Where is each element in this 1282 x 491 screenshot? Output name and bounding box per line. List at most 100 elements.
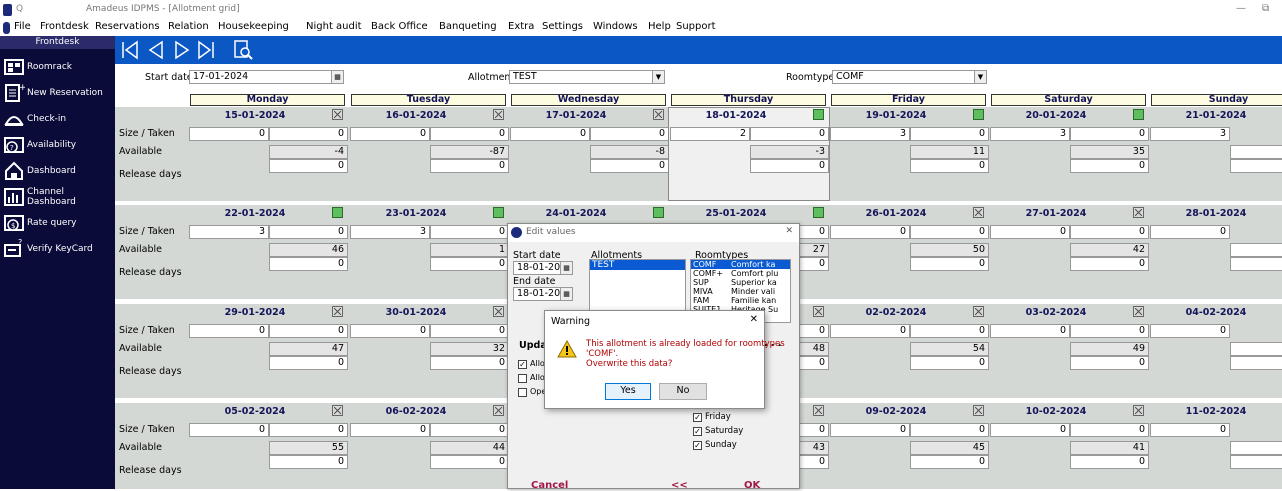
release-days-field[interactable]: 0: [269, 455, 348, 469]
size-field[interactable]: 0: [1150, 225, 1230, 239]
size-field[interactable]: 0: [350, 127, 430, 141]
release-days-field[interactable]: 0: [1070, 455, 1149, 469]
taken-field[interactable]: 0: [910, 423, 989, 437]
taken-field[interactable]: 0: [269, 225, 348, 239]
calendar-icon[interactable]: ▦: [560, 288, 572, 300]
chevron-down-icon[interactable]: ▼: [974, 71, 986, 83]
menu-reservations[interactable]: Reservations: [95, 21, 160, 32]
option-checkbox[interactable]: [518, 388, 527, 397]
release-days-field[interactable]: [1230, 455, 1282, 469]
release-days-field[interactable]: [1230, 356, 1282, 370]
size-field[interactable]: 3: [1150, 127, 1230, 141]
release-days-field[interactable]: 0: [910, 257, 989, 271]
selected-day-checkbox[interactable]: [813, 207, 824, 218]
size-field[interactable]: 0: [350, 423, 430, 437]
release-days-field[interactable]: 0: [430, 159, 509, 173]
unselected-day-checkbox[interactable]: [1133, 306, 1144, 317]
release-days-field[interactable]: 0: [269, 159, 348, 173]
size-field[interactable]: 0: [1150, 423, 1230, 437]
taken-field[interactable]: 0: [910, 225, 989, 239]
edit-start-date-field[interactable]: 18-01-2024 ▦: [513, 261, 573, 275]
selected-day-checkbox[interactable]: [813, 109, 824, 120]
ok-button[interactable]: OK: [744, 480, 760, 491]
size-field[interactable]: 0: [990, 225, 1070, 239]
list-item[interactable]: FAM Familie kan: [691, 296, 790, 305]
size-field[interactable]: 0: [830, 423, 910, 437]
quick-search-label[interactable]: Q: [16, 4, 23, 14]
yes-button[interactable]: Yes: [605, 383, 651, 400]
taken-field[interactable]: 0: [1070, 324, 1149, 338]
taken-field[interactable]: 0: [1070, 423, 1149, 437]
unselected-day-checkbox[interactable]: [1133, 405, 1144, 416]
close-icon[interactable]: ✕: [750, 314, 758, 325]
sidebar-item-new-reservation[interactable]: + New Reservation: [3, 81, 113, 105]
sidebar-item-dashboard[interactable]: Dashboard: [3, 159, 113, 183]
taken-field[interactable]: 0: [430, 324, 509, 338]
chevron-down-icon[interactable]: ▼: [652, 71, 664, 83]
saturday-checkbox[interactable]: ✓: [693, 427, 702, 436]
unselected-day-checkbox[interactable]: [493, 405, 504, 416]
release-days-field[interactable]: 0: [1070, 159, 1149, 173]
size-field[interactable]: 0: [189, 127, 269, 141]
taken-field[interactable]: 0: [590, 127, 669, 141]
next-icon[interactable]: [171, 39, 193, 61]
selected-day-checkbox[interactable]: [1133, 109, 1144, 120]
size-field[interactable]: 2: [670, 127, 750, 141]
release-days-field[interactable]: 0: [590, 159, 669, 173]
release-days-field[interactable]: 0: [750, 159, 829, 173]
back-button[interactable]: <<: [671, 480, 688, 491]
unselected-day-checkbox[interactable]: [332, 109, 343, 120]
roomtype-select[interactable]: COMF ▼: [832, 70, 987, 84]
cancel-button[interactable]: Cancel: [531, 480, 568, 491]
size-field[interactable]: 3: [830, 127, 910, 141]
menu-extra[interactable]: Extra: [508, 21, 534, 32]
sidebar-item-check-in[interactable]: Check-in: [3, 107, 113, 131]
sunday-checkbox[interactable]: ✓: [693, 441, 702, 450]
sidebar-item-channel-dashboard[interactable]: Channel Dashboard: [3, 185, 113, 209]
close-icon[interactable]: ✕: [785, 226, 793, 236]
unselected-day-checkbox[interactable]: [813, 405, 824, 416]
release-days-field[interactable]: 0: [430, 455, 509, 469]
size-field[interactable]: 0: [830, 225, 910, 239]
edit-end-date-field[interactable]: 18-01-2024 ▦: [513, 287, 573, 301]
sidebar-item-verify-keycard[interactable]: ? Verify KeyCard: [3, 237, 113, 261]
first-icon[interactable]: [119, 39, 141, 61]
allotment-select[interactable]: TEST ▼: [509, 70, 665, 84]
list-item[interactable]: COMF+ Comfort plu: [691, 269, 790, 278]
previous-icon[interactable]: [145, 39, 167, 61]
size-field[interactable]: 0: [830, 324, 910, 338]
menu-frontdesk[interactable]: Frontdesk: [40, 21, 89, 32]
size-field[interactable]: 3: [189, 225, 269, 239]
unselected-day-checkbox[interactable]: [973, 207, 984, 218]
size-field[interactable]: 0: [189, 423, 269, 437]
unselected-day-checkbox[interactable]: [1133, 207, 1144, 218]
release-days-field[interactable]: 0: [430, 356, 509, 370]
unselected-day-checkbox[interactable]: [332, 405, 343, 416]
list-item[interactable]: MIVA Minder vali: [691, 287, 790, 296]
calendar-icon[interactable]: ▦: [331, 71, 343, 83]
unselected-day-checkbox[interactable]: [813, 306, 824, 317]
release-days-field[interactable]: 0: [1070, 257, 1149, 271]
release-days-field[interactable]: 0: [269, 356, 348, 370]
release-days-field[interactable]: 0: [269, 257, 348, 271]
no-button[interactable]: No: [659, 383, 707, 400]
release-days-field[interactable]: 0: [910, 455, 989, 469]
release-days-field[interactable]: 0: [910, 356, 989, 370]
start-date-field[interactable]: 17-01-2024 ▦: [189, 70, 344, 84]
size-field[interactable]: 0: [189, 324, 269, 338]
taken-field[interactable]: 0: [910, 127, 989, 141]
size-field[interactable]: 0: [990, 423, 1070, 437]
size-field[interactable]: 0: [1150, 324, 1230, 338]
taken-field[interactable]: 0: [269, 324, 348, 338]
menu-back-office[interactable]: Back Office: [371, 21, 428, 32]
taken-field[interactable]: 0: [269, 423, 348, 437]
option-checkbox[interactable]: [518, 374, 527, 383]
size-field[interactable]: 0: [510, 127, 590, 141]
release-days-field[interactable]: [1230, 257, 1282, 271]
sidebar-item-roomrack[interactable]: Roomrack: [3, 55, 113, 79]
unselected-day-checkbox[interactable]: [973, 306, 984, 317]
taken-field[interactable]: 0: [269, 127, 348, 141]
taken-field[interactable]: 0: [430, 127, 509, 141]
calendar-icon[interactable]: ▦: [560, 262, 572, 274]
menu-night-audit[interactable]: Night audit: [306, 21, 362, 32]
